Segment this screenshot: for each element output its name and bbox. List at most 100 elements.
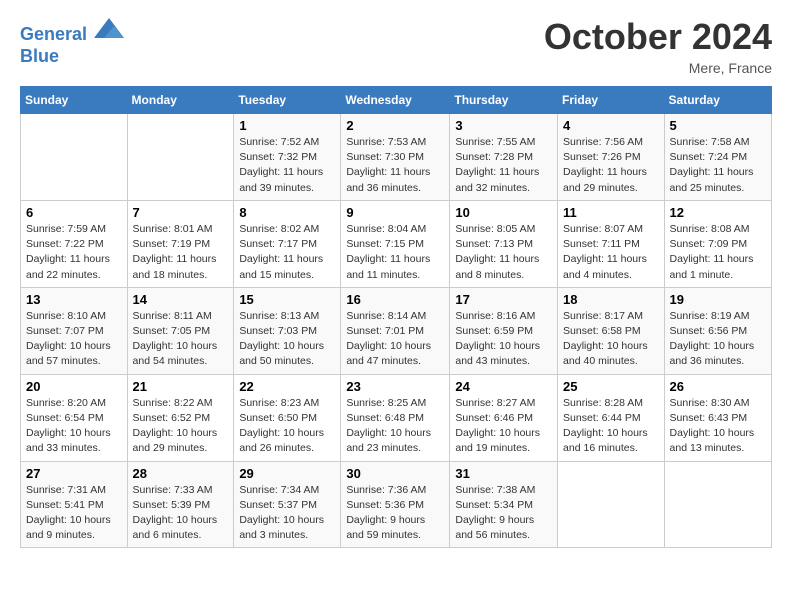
month-title: October 2024: [544, 16, 772, 58]
logo-general: General: [20, 24, 87, 44]
calendar-cell: 8 Sunrise: 8:02 AM Sunset: 7:17 PM Daylig…: [234, 200, 341, 287]
calendar-cell: 5Sunrise: 7:58 AM Sunset: 7:24 PM Daylig…: [664, 114, 771, 201]
weekday-header-friday: Friday: [558, 87, 665, 114]
day-number: 7: [133, 205, 229, 220]
day-info: Sunrise: 8:16 AM Sunset: 6:59 PM Dayligh…: [455, 309, 552, 370]
week-row-2: 6 Sunrise: 7:59 AM Sunset: 7:22 PM Daylig…: [21, 200, 772, 287]
day-info: Sunrise: 8:01 AM Sunset: 7:19 PM Dayligh…: [133, 222, 229, 283]
day-number: 10: [455, 205, 552, 220]
calendar-cell: 16 Sunrise: 8:14 AM Sunset: 7:01 PM Dayli…: [341, 287, 450, 374]
day-number: 29: [239, 466, 335, 481]
weekday-header-tuesday: Tuesday: [234, 87, 341, 114]
day-number: 5: [670, 118, 766, 133]
day-number: 19: [670, 292, 766, 307]
calendar-cell: 17 Sunrise: 8:16 AM Sunset: 6:59 PM Dayli…: [450, 287, 558, 374]
day-info: Sunrise: 8:28 AM Sunset: 6:44 PM Dayligh…: [563, 396, 659, 457]
day-number: 30: [346, 466, 444, 481]
title-block: October 2024 Mere, France: [544, 16, 772, 76]
day-number: 24: [455, 379, 552, 394]
calendar-cell: 6 Sunrise: 7:59 AM Sunset: 7:22 PM Daylig…: [21, 200, 128, 287]
calendar-cell: 21 Sunrise: 8:22 AM Sunset: 6:52 PM Dayli…: [127, 374, 234, 461]
day-info: Sunrise: 8:14 AM Sunset: 7:01 PM Dayligh…: [346, 309, 444, 370]
calendar-cell: 10Sunrise: 8:05 AM Sunset: 7:13 PM Dayli…: [450, 200, 558, 287]
logo-icon: [94, 16, 124, 40]
calendar-cell: 14 Sunrise: 8:11 AM Sunset: 7:05 PM Dayli…: [127, 287, 234, 374]
week-row-3: 13 Sunrise: 8:10 AM Sunset: 7:07 PM Dayli…: [21, 287, 772, 374]
day-number: 8: [239, 205, 335, 220]
calendar-cell: 13 Sunrise: 8:10 AM Sunset: 7:07 PM Dayli…: [21, 287, 128, 374]
day-number: 26: [670, 379, 766, 394]
day-info: Sunrise: 7:36 AM Sunset: 5:36 PM Dayligh…: [346, 483, 444, 544]
day-number: 25: [563, 379, 659, 394]
week-row-5: 27Sunrise: 7:31 AM Sunset: 5:41 PM Dayli…: [21, 461, 772, 548]
day-info: Sunrise: 7:52 AM Sunset: 7:32 PM Dayligh…: [239, 135, 335, 196]
day-info: Sunrise: 7:34 AM Sunset: 5:37 PM Dayligh…: [239, 483, 335, 544]
day-number: 6: [26, 205, 122, 220]
calendar-cell: 29 Sunrise: 7:34 AM Sunset: 5:37 PM Dayli…: [234, 461, 341, 548]
week-row-1: 1Sunrise: 7:52 AM Sunset: 7:32 PM Daylig…: [21, 114, 772, 201]
weekday-header-saturday: Saturday: [664, 87, 771, 114]
weekday-header-row: SundayMondayTuesdayWednesdayThursdayFrid…: [21, 87, 772, 114]
calendar-cell: 24 Sunrise: 8:27 AM Sunset: 6:46 PM Dayli…: [450, 374, 558, 461]
day-info: Sunrise: 8:02 AM Sunset: 7:17 PM Dayligh…: [239, 222, 335, 283]
day-number: 13: [26, 292, 122, 307]
calendar-cell: [558, 461, 665, 548]
day-info: Sunrise: 8:04 AM Sunset: 7:15 PM Dayligh…: [346, 222, 444, 283]
weekday-header-thursday: Thursday: [450, 87, 558, 114]
calendar-cell: 27Sunrise: 7:31 AM Sunset: 5:41 PM Dayli…: [21, 461, 128, 548]
calendar-cell: 23Sunrise: 8:25 AM Sunset: 6:48 PM Dayli…: [341, 374, 450, 461]
day-number: 28: [133, 466, 229, 481]
day-number: 22: [239, 379, 335, 394]
day-number: 21: [133, 379, 229, 394]
calendar-cell: 11 Sunrise: 8:07 AM Sunset: 7:11 PM Dayli…: [558, 200, 665, 287]
calendar-cell: [21, 114, 128, 201]
day-info: Sunrise: 7:56 AM Sunset: 7:26 PM Dayligh…: [563, 135, 659, 196]
calendar-cell: 12 Sunrise: 8:08 AM Sunset: 7:09 PM Dayli…: [664, 200, 771, 287]
day-number: 15: [239, 292, 335, 307]
calendar-table: SundayMondayTuesdayWednesdayThursdayFrid…: [20, 86, 772, 548]
day-info: Sunrise: 8:08 AM Sunset: 7:09 PM Dayligh…: [670, 222, 766, 283]
calendar-cell: 7 Sunrise: 8:01 AM Sunset: 7:19 PM Daylig…: [127, 200, 234, 287]
day-info: Sunrise: 8:17 AM Sunset: 6:58 PM Dayligh…: [563, 309, 659, 370]
day-info: Sunrise: 8:11 AM Sunset: 7:05 PM Dayligh…: [133, 309, 229, 370]
calendar-cell: 2 Sunrise: 7:53 AM Sunset: 7:30 PM Daylig…: [341, 114, 450, 201]
day-info: Sunrise: 8:10 AM Sunset: 7:07 PM Dayligh…: [26, 309, 122, 370]
location: Mere, France: [544, 60, 772, 76]
logo-blue: Blue: [20, 46, 59, 66]
day-info: Sunrise: 7:55 AM Sunset: 7:28 PM Dayligh…: [455, 135, 552, 196]
day-number: 14: [133, 292, 229, 307]
calendar-cell: 18 Sunrise: 8:17 AM Sunset: 6:58 PM Dayli…: [558, 287, 665, 374]
day-info: Sunrise: 8:07 AM Sunset: 7:11 PM Dayligh…: [563, 222, 659, 283]
week-row-4: 20Sunrise: 8:20 AM Sunset: 6:54 PM Dayli…: [21, 374, 772, 461]
day-info: Sunrise: 8:13 AM Sunset: 7:03 PM Dayligh…: [239, 309, 335, 370]
day-number: 27: [26, 466, 122, 481]
logo-text: General Blue: [20, 16, 124, 67]
calendar-cell: 31Sunrise: 7:38 AM Sunset: 5:34 PM Dayli…: [450, 461, 558, 548]
calendar-cell: 9Sunrise: 8:04 AM Sunset: 7:15 PM Daylig…: [341, 200, 450, 287]
day-number: 4: [563, 118, 659, 133]
calendar-cell: [127, 114, 234, 201]
calendar-cell: 22Sunrise: 8:23 AM Sunset: 6:50 PM Dayli…: [234, 374, 341, 461]
page-header: General Blue October 2024 Mere, France: [20, 16, 772, 76]
calendar-body: 1Sunrise: 7:52 AM Sunset: 7:32 PM Daylig…: [21, 114, 772, 548]
day-info: Sunrise: 7:53 AM Sunset: 7:30 PM Dayligh…: [346, 135, 444, 196]
day-number: 18: [563, 292, 659, 307]
calendar-cell: 26Sunrise: 8:30 AM Sunset: 6:43 PM Dayli…: [664, 374, 771, 461]
weekday-header-monday: Monday: [127, 87, 234, 114]
day-number: 31: [455, 466, 552, 481]
day-info: Sunrise: 8:22 AM Sunset: 6:52 PM Dayligh…: [133, 396, 229, 457]
day-number: 23: [346, 379, 444, 394]
day-number: 17: [455, 292, 552, 307]
day-info: Sunrise: 8:19 AM Sunset: 6:56 PM Dayligh…: [670, 309, 766, 370]
calendar-cell: 4 Sunrise: 7:56 AM Sunset: 7:26 PM Daylig…: [558, 114, 665, 201]
logo: General Blue: [20, 16, 124, 67]
day-number: 12: [670, 205, 766, 220]
day-info: Sunrise: 7:59 AM Sunset: 7:22 PM Dayligh…: [26, 222, 122, 283]
day-number: 16: [346, 292, 444, 307]
day-number: 2: [346, 118, 444, 133]
day-info: Sunrise: 8:20 AM Sunset: 6:54 PM Dayligh…: [26, 396, 122, 457]
day-number: 11: [563, 205, 659, 220]
day-info: Sunrise: 8:27 AM Sunset: 6:46 PM Dayligh…: [455, 396, 552, 457]
day-info: Sunrise: 7:33 AM Sunset: 5:39 PM Dayligh…: [133, 483, 229, 544]
calendar-cell: 25 Sunrise: 8:28 AM Sunset: 6:44 PM Dayli…: [558, 374, 665, 461]
